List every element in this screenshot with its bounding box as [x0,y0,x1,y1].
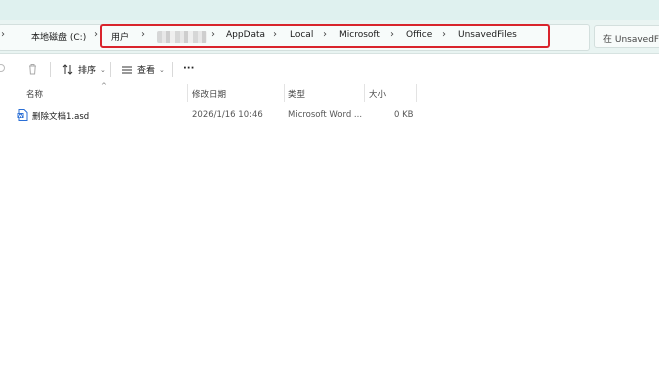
column-header-name[interactable]: 名称 [26,88,43,100]
sort-label: 排序 [78,66,97,76]
toolbar-divider [172,62,173,77]
column-divider[interactable] [284,84,285,102]
search-placeholder: 在 UnsavedFiles [603,35,659,45]
file-size: 0 KB [394,110,414,120]
file-modified-date: 2026/1/16 10:46 [192,110,263,120]
column-header-modified[interactable]: 修改日期 [192,88,226,100]
command-bar: 排序 ⌄ 查看 ⌄ ··· [0,54,659,84]
column-header-size[interactable]: 大小 [369,88,386,100]
chevron-down-icon: ⌄ [159,65,165,74]
view-button[interactable]: 查看 ⌄ [121,63,165,76]
trash-icon [29,64,36,75]
delete-button[interactable] [27,63,38,75]
chevron-right-icon[interactable]: › [1,29,5,40]
file-row[interactable]: 删除文档1.asd 2026/1/16 10:46 Microsoft Word… [0,106,659,124]
search-box[interactable]: 在 UnsavedFiles [594,25,659,48]
sort-button[interactable]: 排序 ⌄ [62,63,106,76]
column-header-type[interactable]: 类型 [288,88,305,100]
more-options-button[interactable]: ··· [183,63,194,74]
breadcrumb-drive[interactable]: 本地磁盘 (C:) [31,30,86,43]
view-icon [122,66,132,73]
column-divider[interactable] [187,84,188,102]
file-type: Microsoft Word ... [288,110,363,120]
highlight-box [100,24,550,48]
column-divider[interactable] [416,84,417,102]
toolbar-divider [50,62,51,77]
view-label: 查看 [137,66,156,76]
share-icon[interactable] [0,63,6,73]
toolbar-divider [110,62,111,77]
file-name: 删除文档1.asd [32,112,90,122]
window-top-strip [0,0,659,20]
word-document-icon [17,109,28,121]
sort-ascending-icon: ^ [101,82,107,90]
column-divider[interactable] [364,84,365,102]
chevron-right-icon[interactable]: › [94,29,98,40]
chevron-down-icon: ⌄ [100,65,106,74]
sort-icon [62,64,73,75]
